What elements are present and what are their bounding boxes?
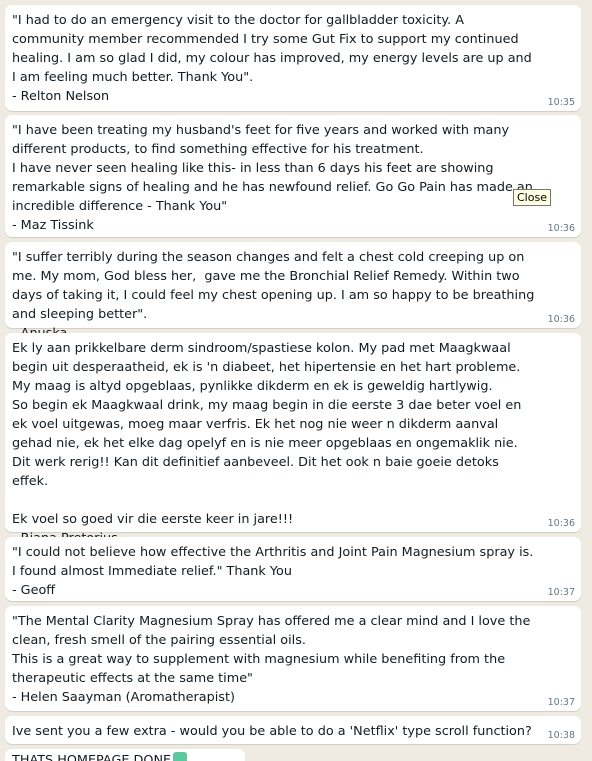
message-time: 10:38 [547, 730, 575, 741]
message-time: 10:36 [547, 518, 575, 529]
message-text: THATS HOMEPAGE DONE [12, 753, 172, 761]
message-time: 10:36 [547, 223, 575, 234]
message-text: "I suffer terribly during the season cha… [12, 250, 535, 341]
message-text: Ek ly aan prikkelbare derm sindroom/spas… [12, 341, 522, 546]
message-time: 10:37 [547, 587, 575, 598]
chat-panel: "I had to do an emergency visit to the d… [0, 0, 592, 761]
message-bubble[interactable]: "I had to do an emergency visit to the d… [5, 5, 581, 111]
message-bubble[interactable]: "I could not believe how effective the A… [5, 537, 581, 601]
message-text: "I had to do an emergency visit to the d… [12, 13, 532, 104]
message-time: 10:35 [547, 97, 575, 108]
message-bubble-partial[interactable]: THATS HOMEPAGE DONE [5, 749, 245, 761]
message-time: 10:36 [547, 314, 575, 325]
close-tooltip: Close [513, 189, 551, 206]
message-text: "The Mental Clarity Magnesium Spray has … [12, 614, 531, 705]
message-text: Ive sent you a few extra - would you be … [12, 724, 532, 739]
message-text: "I have been treating my husband's feet … [12, 123, 533, 233]
message-text: "I could not believe how effective the A… [12, 545, 534, 598]
message-time: 10:37 [547, 697, 575, 708]
message-bubble[interactable]: "I have been treating my husband's feet … [5, 115, 581, 237]
message-bubble[interactable]: Ek ly aan prikkelbare derm sindroom/spas… [5, 333, 581, 546]
emoji-icon [173, 752, 188, 761]
message-bubble[interactable]: "I suffer terribly during the season cha… [5, 242, 581, 341]
message-bubble[interactable]: Ive sent you a few extra - would you be … [5, 716, 581, 744]
message-bubble[interactable]: "The Mental Clarity Magnesium Spray has … [5, 606, 581, 711]
